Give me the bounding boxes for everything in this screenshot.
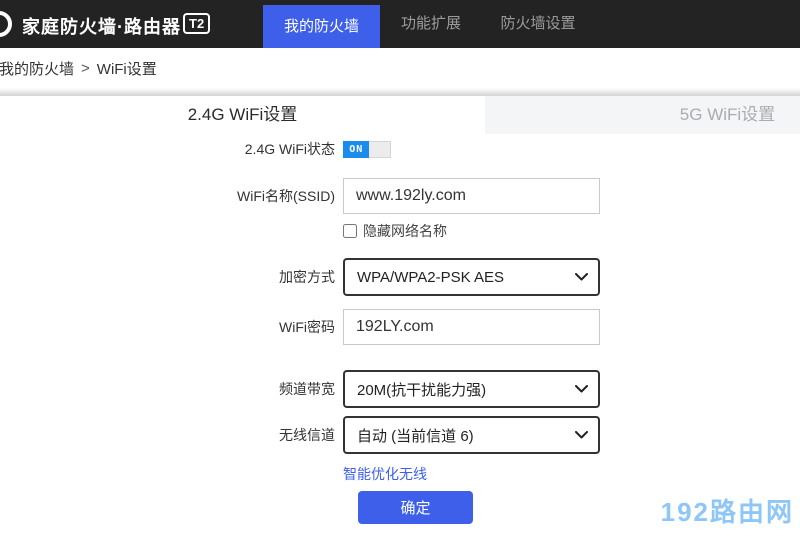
smart-optimize-wireless-link[interactable]: 智能优化无线 <box>343 464 427 484</box>
wifi-band-tabs: 2.4G WiFi设置 5G WiFi设置 <box>0 96 800 134</box>
toggle-knob <box>369 141 391 158</box>
bandwidth-label: 频道带宽 <box>0 379 335 399</box>
breadcrumb-shadow <box>0 88 800 96</box>
breadcrumb-separator: > <box>81 60 90 77</box>
breadcrumb-current: WiFi设置 <box>97 58 157 79</box>
brand-logo-icon <box>0 11 12 37</box>
toggle-on-label: ON <box>343 141 369 158</box>
chevron-down-icon <box>575 385 588 393</box>
router-admin-screen: 家庭防火墙·路由器 T2 我的防火墙 功能扩展 防火墙设置 我的防火墙 > Wi… <box>0 0 800 533</box>
confirm-button[interactable]: 确定 <box>358 491 473 524</box>
wifi-status-label: 2.4G WiFi状态 <box>0 139 335 159</box>
bandwidth-select[interactable]: 20M(抗干扰能力强) <box>343 370 600 408</box>
wifi-password-row: WiFi密码 <box>0 309 600 345</box>
breadcrumb-parent[interactable]: 我的防火墙 <box>0 58 74 79</box>
channel-row: 无线信道 自动 (当前信道 6) <box>0 416 600 454</box>
encryption-select[interactable]: WPA/WPA2-PSK AES <box>343 258 600 296</box>
channel-selected-value: 自动 (当前信道 6) <box>357 425 474 446</box>
wifi-status-toggle[interactable]: ON <box>343 141 391 158</box>
wifi-status-row: 2.4G WiFi状态 ON <box>0 138 391 160</box>
wifi-password-input[interactable] <box>343 309 600 345</box>
brand-title: 家庭防火墙·路由器 <box>22 13 181 39</box>
hide-network-label: 隐藏网络名称 <box>363 221 447 241</box>
encryption-row: 加密方式 WPA/WPA2-PSK AES <box>0 258 600 296</box>
hide-network-row: 隐藏网络名称 <box>343 222 447 240</box>
chevron-down-icon <box>575 273 588 281</box>
bandwidth-selected-value: 20M(抗干扰能力强) <box>357 379 486 400</box>
wifi-password-label: WiFi密码 <box>0 317 335 337</box>
tab-feature-extension[interactable]: 功能扩展 <box>398 0 464 48</box>
ssid-row: WiFi名称(SSID) <box>0 178 600 214</box>
tab-24g-wifi-settings[interactable]: 2.4G WiFi设置 <box>0 96 485 134</box>
channel-select[interactable]: 自动 (当前信道 6) <box>343 416 600 454</box>
model-badge: T2 <box>183 13 210 34</box>
tab-5g-wifi-settings[interactable]: 5G WiFi设置 <box>485 96 800 134</box>
tab-firewall-settings[interactable]: 防火墙设置 <box>498 0 578 48</box>
tab-my-firewall[interactable]: 我的防火墙 <box>263 5 380 48</box>
ssid-input[interactable] <box>343 178 600 214</box>
chevron-down-icon <box>575 431 588 439</box>
hide-network-checkbox[interactable] <box>343 224 357 238</box>
top-navbar: 家庭防火墙·路由器 T2 我的防火墙 功能扩展 防火墙设置 <box>0 0 800 48</box>
site-watermark: 192路由网 <box>661 492 794 529</box>
breadcrumb: 我的防火墙 > WiFi设置 <box>0 48 800 88</box>
encryption-label: 加密方式 <box>0 267 335 287</box>
ssid-label: WiFi名称(SSID) <box>0 186 335 206</box>
encryption-selected-value: WPA/WPA2-PSK AES <box>357 269 504 286</box>
bandwidth-row: 频道带宽 20M(抗干扰能力强) <box>0 370 600 408</box>
channel-label: 无线信道 <box>0 425 335 445</box>
